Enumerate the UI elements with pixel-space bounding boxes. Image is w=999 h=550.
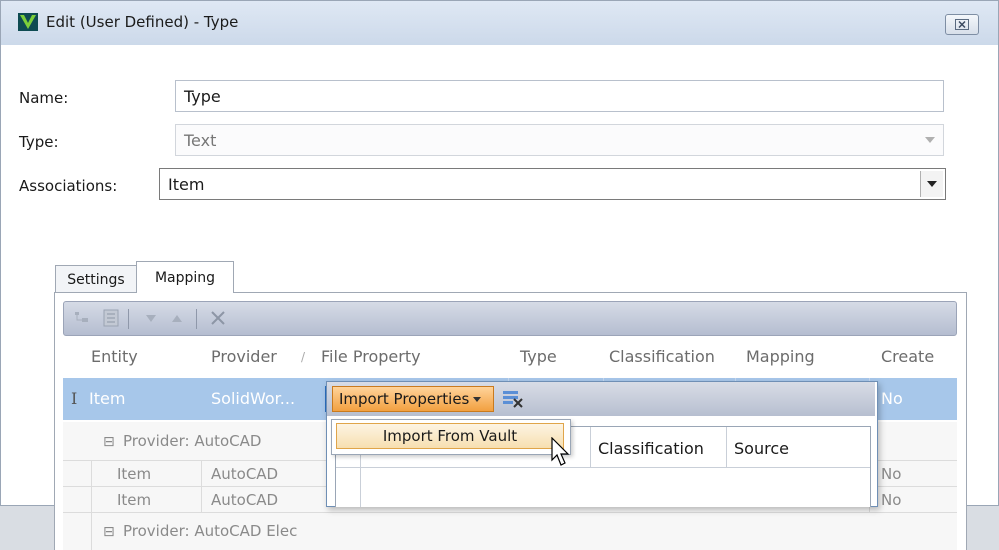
column-classification[interactable]: Classification bbox=[609, 347, 715, 366]
list-item-provider: AutoCAD bbox=[211, 491, 279, 509]
row-divider bbox=[63, 512, 957, 513]
column-entity[interactable]: Entity bbox=[91, 347, 138, 366]
sort-indicator-icon: / bbox=[301, 350, 306, 364]
clear-list-icon[interactable] bbox=[502, 390, 524, 408]
app-logo-icon bbox=[18, 13, 38, 31]
chevron-down-icon bbox=[919, 127, 941, 153]
tree-expand-icon[interactable] bbox=[73, 309, 91, 327]
properties-icon[interactable] bbox=[102, 309, 120, 327]
title-bar: Edit (User Defined) - Type bbox=[1, 1, 998, 45]
tab-mapping[interactable]: Mapping bbox=[136, 261, 234, 293]
associations-label: Associations: bbox=[19, 177, 118, 195]
mouse-pointer-icon bbox=[551, 437, 570, 466]
list-item-create: No bbox=[881, 465, 902, 483]
popup-toolbar: Import Properties bbox=[327, 382, 875, 416]
edit-dialog: Edit (User Defined) - Type Name: Type Ty… bbox=[0, 0, 999, 550]
column-file-property[interactable]: File Property bbox=[321, 347, 421, 366]
row-cursor-icon: I bbox=[71, 389, 78, 408]
row-entity: Item bbox=[89, 389, 126, 408]
close-button[interactable] bbox=[945, 14, 979, 35]
column-type[interactable]: Type bbox=[520, 347, 557, 366]
list-item-provider: AutoCAD bbox=[211, 465, 279, 483]
toolbar-divider bbox=[196, 309, 197, 329]
tab-settings[interactable]: Settings bbox=[55, 265, 137, 293]
name-field[interactable]: Type bbox=[175, 80, 944, 112]
toolbar-divider bbox=[128, 309, 129, 329]
import-properties-button[interactable]: Import Properties bbox=[332, 386, 494, 412]
chevron-down-icon bbox=[473, 396, 482, 402]
type-select[interactable]: Text bbox=[175, 124, 944, 156]
delete-icon[interactable] bbox=[209, 309, 227, 327]
close-icon bbox=[955, 19, 969, 30]
col-divider bbox=[91, 460, 92, 550]
associations-value: Item bbox=[168, 174, 205, 194]
type-label: Type: bbox=[19, 133, 59, 151]
chevron-down-icon bbox=[920, 171, 943, 197]
col-divider bbox=[590, 427, 591, 467]
import-properties-label: Import Properties bbox=[339, 390, 470, 408]
tab-settings-label: Settings bbox=[67, 271, 125, 288]
window-title: Edit (User Defined) - Type bbox=[46, 13, 239, 31]
list-item-entity: Item bbox=[117, 491, 152, 509]
column-source[interactable]: Source bbox=[734, 439, 789, 458]
mapping-toolbar bbox=[63, 301, 957, 336]
tab-mapping-label: Mapping bbox=[154, 269, 216, 286]
move-down-icon[interactable] bbox=[142, 309, 160, 327]
type-value: Text bbox=[184, 130, 217, 150]
column-provider[interactable]: Provider bbox=[211, 347, 277, 366]
menu-item-label: Import From Vault bbox=[382, 427, 518, 445]
grid-header: Entity Provider / File Property Type Cla… bbox=[63, 336, 957, 376]
row-divider bbox=[336, 467, 870, 468]
menu-item-import-from-vault[interactable]: Import From Vault bbox=[336, 423, 564, 449]
name-label: Name: bbox=[19, 89, 69, 107]
col-divider bbox=[726, 427, 727, 467]
move-up-icon[interactable] bbox=[168, 309, 186, 327]
row-create: No bbox=[881, 389, 903, 408]
column-mapping[interactable]: Mapping bbox=[746, 347, 815, 366]
row-provider: SolidWor... bbox=[211, 389, 296, 408]
import-menu: Import From Vault bbox=[331, 419, 571, 455]
list-item-entity: Item bbox=[117, 465, 152, 483]
col-divider bbox=[201, 460, 202, 512]
list-item-create: No bbox=[881, 491, 902, 509]
group-header: Provider: AutoCAD bbox=[123, 432, 262, 450]
name-value: Type bbox=[184, 86, 221, 106]
group-toggle-icon[interactable]: ⊟ bbox=[103, 524, 115, 540]
column-classification[interactable]: Classification bbox=[598, 439, 704, 458]
group-toggle-icon[interactable]: ⊟ bbox=[103, 434, 115, 450]
group-header: Provider: AutoCAD Elec bbox=[123, 522, 298, 540]
associations-select[interactable]: Item bbox=[159, 168, 946, 200]
column-create[interactable]: Create bbox=[881, 347, 934, 366]
